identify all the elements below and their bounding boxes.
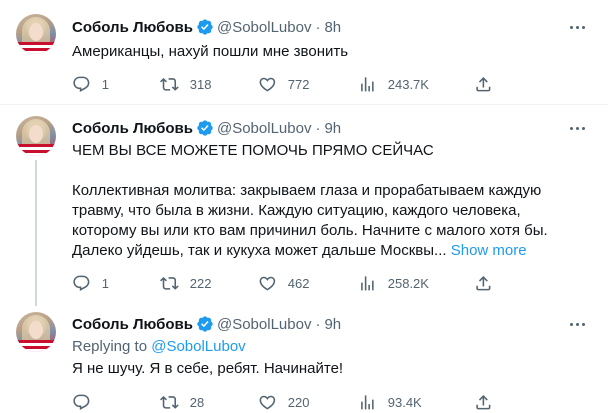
retweet-count: 318	[189, 76, 212, 92]
author-name[interactable]: Соболь Любовь	[72, 316, 193, 333]
reply-icon	[73, 394, 90, 410]
timestamp[interactable]: 9h	[324, 120, 341, 137]
tweet-header: Соболь Любовь @SobolLubov · 9h	[72, 118, 341, 138]
replying-to-handle[interactable]: @SobolLubov	[151, 338, 245, 355]
author-handle[interactable]: @SobolLubov	[217, 316, 311, 333]
reply-count: 1	[101, 275, 109, 291]
like-count: 462	[287, 275, 310, 291]
views-count: 93.4K	[387, 394, 422, 410]
verified-badge-icon	[197, 19, 213, 35]
tweet-text: Американцы, нахуй пошли мне звонить	[72, 43, 349, 60]
reply-icon	[73, 275, 90, 291]
author-handle[interactable]: @SobolLubov	[217, 120, 311, 137]
tweet-1[interactable]: Соболь Любовь @SobolLubov · 8h Американц…	[0, 0, 608, 105]
like-button[interactable]: 462	[258, 273, 309, 293]
more-icon[interactable]	[568, 18, 586, 36]
tweet-2[interactable]: Соболь Любовь @SobolLubov · 9h ЧЕМ ВЫ ВС…	[0, 105, 608, 306]
retweet-count: 28	[189, 394, 205, 410]
tweet-3[interactable]: Соболь Любовь @SobolLubov · 9h Replying …	[0, 306, 608, 413]
retweet-button[interactable]: 318	[160, 74, 211, 94]
views-icon	[361, 76, 374, 92]
retweet-count: 222	[189, 275, 212, 291]
tweet-text: Я не шучу. Я в себе, ребят. Начинайте!	[72, 360, 344, 377]
views-button[interactable]: 258.2K	[358, 273, 429, 293]
action-bar: 28 220 93.4K	[72, 392, 502, 412]
views-icon	[361, 275, 374, 291]
tweet-header: Соболь Любовь @SobolLubov · 8h	[72, 17, 341, 37]
views-button[interactable]: 93.4K	[358, 392, 422, 412]
retweet-button[interactable]: 28	[160, 392, 204, 412]
share-button[interactable]	[474, 273, 493, 293]
reply-count: 1	[101, 76, 109, 92]
tweet-header: Соболь Любовь @SobolLubov · 9h	[72, 314, 341, 334]
avatar[interactable]	[16, 14, 56, 54]
share-icon	[476, 394, 491, 410]
avatar[interactable]	[16, 312, 56, 352]
action-bar: 1 318 772 243.7K	[72, 74, 502, 94]
thread-line	[35, 160, 37, 306]
retweet-icon	[160, 77, 179, 91]
like-count: 772	[287, 76, 310, 92]
retweet-button[interactable]: 222	[160, 273, 211, 293]
avatar[interactable]	[16, 116, 56, 156]
reply-icon	[73, 76, 90, 92]
share-button[interactable]	[474, 74, 493, 94]
like-icon	[259, 276, 276, 291]
show-more-link[interactable]: Show more	[451, 242, 527, 259]
views-count: 258.2K	[387, 275, 429, 291]
reply-button[interactable]: 1	[72, 74, 109, 94]
verified-badge-icon	[197, 316, 213, 332]
more-icon[interactable]	[568, 315, 586, 333]
like-icon	[259, 395, 276, 410]
more-icon[interactable]	[568, 119, 586, 137]
tweet-text: ЧЕМ ВЫ ВСЕ МОЖЕТЕ ПОМОЧЬ ПРЯМО СЕЙЧАС Ко…	[72, 141, 588, 261]
retweet-icon	[160, 276, 179, 290]
author-name[interactable]: Соболь Любовь	[72, 120, 193, 137]
views-count: 243.7K	[387, 76, 429, 92]
share-icon	[476, 275, 491, 291]
verified-badge-icon	[197, 120, 213, 136]
author-handle[interactable]: @SobolLubov	[217, 19, 311, 36]
share-icon	[476, 76, 491, 92]
reply-button[interactable]: 1	[72, 273, 109, 293]
reply-button[interactable]	[72, 392, 102, 412]
like-button[interactable]: 220	[258, 392, 309, 412]
like-button[interactable]: 772	[258, 74, 309, 94]
action-bar: 1 222 462 258.2K	[72, 273, 502, 293]
views-icon	[361, 394, 374, 410]
share-button[interactable]	[474, 392, 493, 412]
separator-dot: ·	[315, 18, 321, 36]
replying-to-label: Replying to	[72, 338, 148, 355]
retweet-icon	[160, 395, 179, 409]
like-count: 220	[287, 394, 310, 410]
timestamp[interactable]: 8h	[324, 19, 341, 36]
like-icon	[259, 77, 276, 92]
replying-to: Replying to @SobolLubov	[72, 338, 246, 355]
separator-dot: ·	[315, 119, 321, 137]
separator-dot: ·	[315, 315, 321, 333]
author-name[interactable]: Соболь Любовь	[72, 19, 193, 36]
views-button[interactable]: 243.7K	[358, 74, 429, 94]
timestamp[interactable]: 9h	[324, 316, 341, 333]
